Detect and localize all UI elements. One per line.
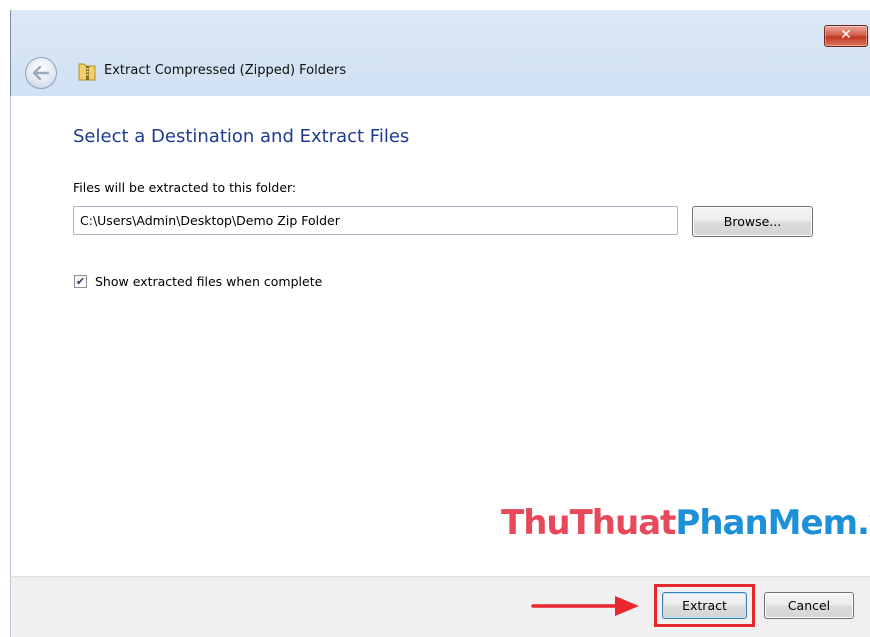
destination-label: Files will be extracted to this folder:	[73, 180, 297, 195]
annotation-arrow-icon	[531, 596, 639, 616]
zip-folder-icon	[78, 63, 96, 81]
watermark-logo: ThuThuatPhanMem.vn	[501, 503, 870, 543]
watermark-part-1: ThuThuat	[501, 503, 676, 543]
cancel-button[interactable]: Cancel	[764, 592, 854, 619]
destination-path-input[interactable]: C:\Users\Admin\Desktop\Demo Zip Folder	[73, 206, 678, 235]
checkmark-icon: ✔	[75, 275, 86, 288]
window-title: Extract Compressed (Zipped) Folders	[104, 63, 347, 78]
close-icon: ✕	[840, 27, 852, 43]
back-button[interactable]	[25, 57, 57, 89]
watermark-part-3: .vn	[857, 503, 870, 543]
show-files-checkbox[interactable]: ✔	[74, 275, 87, 288]
page-heading: Select a Destination and Extract Files	[73, 126, 410, 147]
browse-button[interactable]: Browse...	[692, 206, 813, 237]
watermark-part-2: PhanMem	[675, 503, 858, 543]
extract-button[interactable]: Extract	[662, 592, 747, 619]
show-files-checkbox-label[interactable]: Show extracted files when complete	[95, 274, 322, 289]
back-arrow-icon	[33, 66, 49, 80]
close-button[interactable]: ✕	[824, 25, 868, 47]
